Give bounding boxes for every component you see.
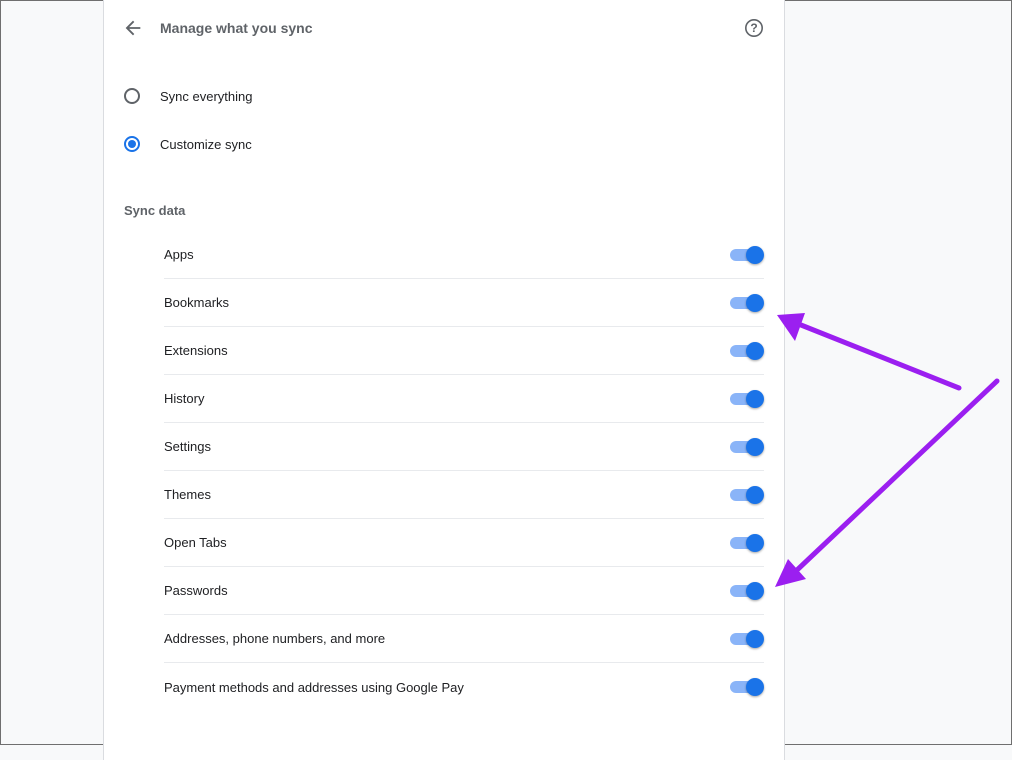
radio-label: Customize sync [160,136,252,152]
toggle-knob [746,245,764,264]
sync-item-open-tabs: Open Tabs [164,519,764,567]
sync-item-passwords: Passwords [164,567,764,615]
toggle-knob [746,437,764,456]
toggle-knob [746,389,764,408]
toggle-themes[interactable] [730,485,764,505]
sync-item-extensions: Extensions [164,327,764,375]
radio-button-unchecked[interactable] [124,88,140,104]
sync-item-history: History [164,375,764,423]
sync-data-list: Apps Bookmarks Extensions History Settin… [164,231,764,711]
toggle-knob [746,533,764,552]
toggle-history[interactable] [730,389,764,409]
radio-customize-sync[interactable]: Customize sync [124,134,252,154]
sync-item-label: Settings [164,439,211,454]
sync-item-bookmarks: Bookmarks [164,279,764,327]
sync-item-addresses: Addresses, phone numbers, and more [164,615,764,663]
sync-item-label: Apps [164,247,194,262]
sync-item-label: History [164,391,205,406]
toggle-knob [746,581,764,600]
section-title-sync-data: Sync data [124,203,186,218]
annotation-arrow-to-bookmarks [777,313,962,391]
toggle-passwords[interactable] [730,581,764,601]
help-icon[interactable]: ? [744,18,764,38]
toggle-knob [746,341,764,360]
sync-item-payment-methods: Payment methods and addresses using Goog… [164,663,764,711]
sync-item-apps: Apps [164,231,764,279]
sync-item-label: Themes [164,487,211,502]
toggle-knob [746,678,764,696]
annotation-arrow-to-passwords [775,378,1000,587]
toggle-settings[interactable] [730,437,764,457]
sync-item-label: Payment methods and addresses using Goog… [164,679,464,695]
page-title: Manage what you sync [160,20,313,36]
sync-item-settings: Settings [164,423,764,471]
sync-item-label: Open Tabs [164,535,227,550]
page-header: Manage what you sync ? [104,0,784,56]
sync-item-label: Passwords [164,583,228,598]
sync-item-label: Bookmarks [164,295,230,310]
sync-item-label: Extensions [164,343,228,358]
sync-item-label: Addresses, phone numbers, and more [164,631,386,646]
toggle-apps[interactable] [730,245,764,265]
toggle-open-tabs[interactable] [730,533,764,553]
sync-item-themes: Themes [164,471,764,519]
radio-label: Sync everything [160,88,253,104]
radio-button-checked[interactable] [124,136,140,152]
toggle-knob [746,293,764,312]
svg-text:?: ? [750,21,757,35]
settings-card: Manage what you sync ? Sync everything C… [103,0,785,760]
toggle-bookmarks[interactable] [730,293,764,313]
toggle-knob [746,485,764,504]
toggle-knob [746,629,764,648]
toggle-payment-methods[interactable] [730,677,764,697]
toggle-addresses[interactable] [730,629,764,649]
arrow-back-icon[interactable] [122,17,144,39]
toggle-extensions[interactable] [730,341,764,361]
radio-sync-everything[interactable]: Sync everything [124,86,253,106]
